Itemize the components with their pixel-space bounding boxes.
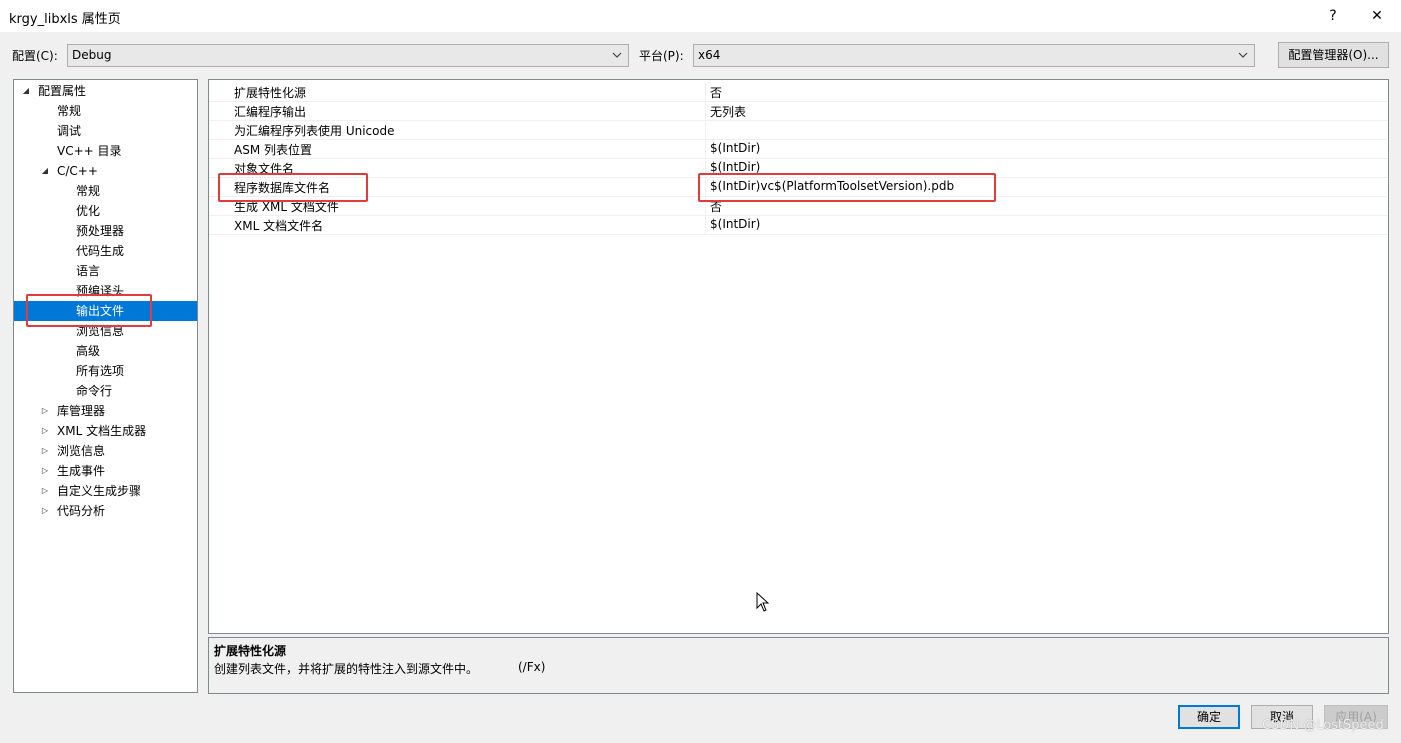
tree-item[interactable]: ◢ C/C++	[14, 161, 197, 181]
expand-arrow-icon[interactable]: ▷	[39, 461, 51, 481]
tree-item[interactable]: 常规	[14, 181, 197, 201]
expand-arrow-icon[interactable]: ▷	[39, 441, 51, 461]
property-name: 为汇编程序列表使用 Unicode	[234, 124, 395, 138]
tree-item[interactable]: 预处理器	[14, 221, 197, 241]
property-name: XML 文档文件名	[234, 219, 324, 233]
config-dropdown[interactable]: Debug	[67, 44, 629, 67]
description-switch: (/Fx)	[518, 660, 546, 674]
highlight-box-tree	[26, 294, 152, 327]
tree-item-label: 语言	[76, 264, 101, 278]
column-divider	[705, 215, 706, 234]
tree-item-label: 自定义生成步骤	[57, 484, 142, 498]
tree-item-label: XML 文档生成器	[57, 424, 147, 438]
tree-item[interactable]: ▷ XML 文档生成器	[14, 421, 197, 441]
tree-item-label: 调试	[57, 124, 82, 138]
tree-item[interactable]: 调试	[14, 121, 197, 141]
property-value[interactable]: 无列表	[710, 103, 746, 120]
tree-item[interactable]: 优化	[14, 201, 197, 221]
tree-item[interactable]: 语言	[14, 261, 197, 281]
tree-item-label: 浏览信息	[57, 444, 106, 458]
platform-value: x64	[698, 48, 721, 62]
tree-item[interactable]: 所有选项	[14, 361, 197, 381]
column-divider	[705, 120, 706, 139]
tree-item[interactable]: ▷ 生成事件	[14, 461, 197, 481]
tree-item-label: 常规	[76, 184, 101, 198]
tree-item-label: VC++ 目录	[57, 144, 122, 158]
property-value[interactable]: $(IntDir)	[710, 160, 760, 174]
config-manager-button[interactable]: 配置管理器(O)...	[1278, 42, 1389, 68]
tree-item[interactable]: ▷ 代码分析	[14, 501, 197, 521]
tree-item[interactable]: ◢ 配置属性	[14, 81, 197, 101]
description-pane: 扩展特性化源 创建列表文件，并将扩展的特性注入到源文件中。 (/Fx)	[208, 637, 1389, 694]
tree-item[interactable]: VC++ 目录	[14, 141, 197, 161]
platform-dropdown[interactable]: x64	[693, 44, 1255, 67]
tree-item-label: 优化	[76, 204, 101, 218]
highlight-box-value	[698, 173, 996, 202]
tree-item-label: 代码生成	[76, 244, 125, 258]
property-row[interactable]: ASM 列表位置 $(IntDir)	[209, 139, 1388, 159]
tree-item[interactable]: 代码生成	[14, 241, 197, 261]
mouse-cursor-icon	[756, 591, 770, 615]
property-tree: ◢ 配置属性 常规 调试 VC++ 目录 ◢ C/C++ 常规 优化 预处理器 代码生成 语言 预编译头…	[13, 79, 198, 693]
collapse-arrow-icon[interactable]: ◢	[39, 161, 51, 181]
expand-arrow-icon[interactable]: ▷	[39, 481, 51, 501]
column-divider	[705, 82, 706, 101]
config-value: Debug	[72, 48, 112, 62]
tree-item-label: 生成事件	[57, 464, 106, 478]
watermark: CSDN @LostSpeed	[1262, 718, 1384, 733]
column-divider	[705, 139, 706, 158]
property-grid: 扩展特性化源否汇编程序输出 无列表 为汇编程序列表使用 Unicode ASM 列表位…	[208, 79, 1389, 634]
ok-button[interactable]: 确定	[1178, 705, 1240, 729]
description-text: 创建列表文件，并将扩展的特性注入到源文件中。	[214, 662, 479, 676]
property-value[interactable]: $(IntDir)	[710, 217, 760, 231]
expand-arrow-icon[interactable]: ▷	[39, 421, 51, 441]
close-icon[interactable]: ✕	[1362, 4, 1392, 28]
highlight-box-name	[218, 173, 368, 202]
tree-item-label: 库管理器	[57, 404, 106, 418]
description-title: 扩展特性化源	[214, 644, 287, 658]
help-icon[interactable]: ?	[1318, 4, 1348, 28]
tree-item-label: 预处理器	[76, 224, 125, 238]
property-value[interactable]: $(IntDir)	[710, 141, 760, 155]
expand-arrow-icon[interactable]: ▷	[39, 401, 51, 421]
tree-item-label: 高级	[76, 344, 101, 358]
title-bar: krgy_libxls 属性页 ? ✕	[0, 0, 1401, 32]
chevron-down-icon	[1238, 45, 1248, 74]
tree-item[interactable]: 常规	[14, 101, 197, 121]
property-name: 扩展特性化源	[234, 86, 307, 100]
property-row[interactable]: XML 文档文件名 $(IntDir)	[209, 215, 1388, 235]
tree-item[interactable]: ▷ 库管理器	[14, 401, 197, 421]
tree-item-label: 所有选项	[76, 364, 125, 378]
property-row[interactable]: 为汇编程序列表使用 Unicode	[209, 120, 1388, 140]
column-divider	[705, 101, 706, 120]
config-label: 配置(C):	[12, 49, 58, 63]
property-name: 汇编程序输出	[234, 105, 307, 119]
property-name: ASM 列表位置	[234, 143, 312, 157]
tree-item[interactable]: 命令行	[14, 381, 197, 401]
chevron-down-icon	[612, 45, 622, 74]
tree-item[interactable]: ▷ 自定义生成步骤	[14, 481, 197, 501]
collapse-arrow-icon[interactable]: ◢	[20, 81, 32, 101]
tree-item-label: 常规	[57, 104, 82, 118]
platform-label: 平台(P):	[639, 49, 684, 63]
property-value[interactable]: 否	[710, 84, 722, 101]
property-row[interactable]: 扩展特性化源 否	[209, 82, 1388, 102]
property-row[interactable]: 汇编程序输出 无列表	[209, 101, 1388, 121]
tree-item[interactable]: 高级	[14, 341, 197, 361]
tree-item-label: 代码分析	[57, 504, 106, 518]
tree-item-label: C/C++	[57, 164, 98, 178]
window-title: krgy_libxls 属性页	[9, 12, 121, 27]
tree-item-label: 命令行	[76, 384, 113, 398]
expand-arrow-icon[interactable]: ▷	[39, 501, 51, 521]
tree-item-label: 配置属性	[38, 84, 87, 98]
tree-item[interactable]: ▷ 浏览信息	[14, 441, 197, 461]
